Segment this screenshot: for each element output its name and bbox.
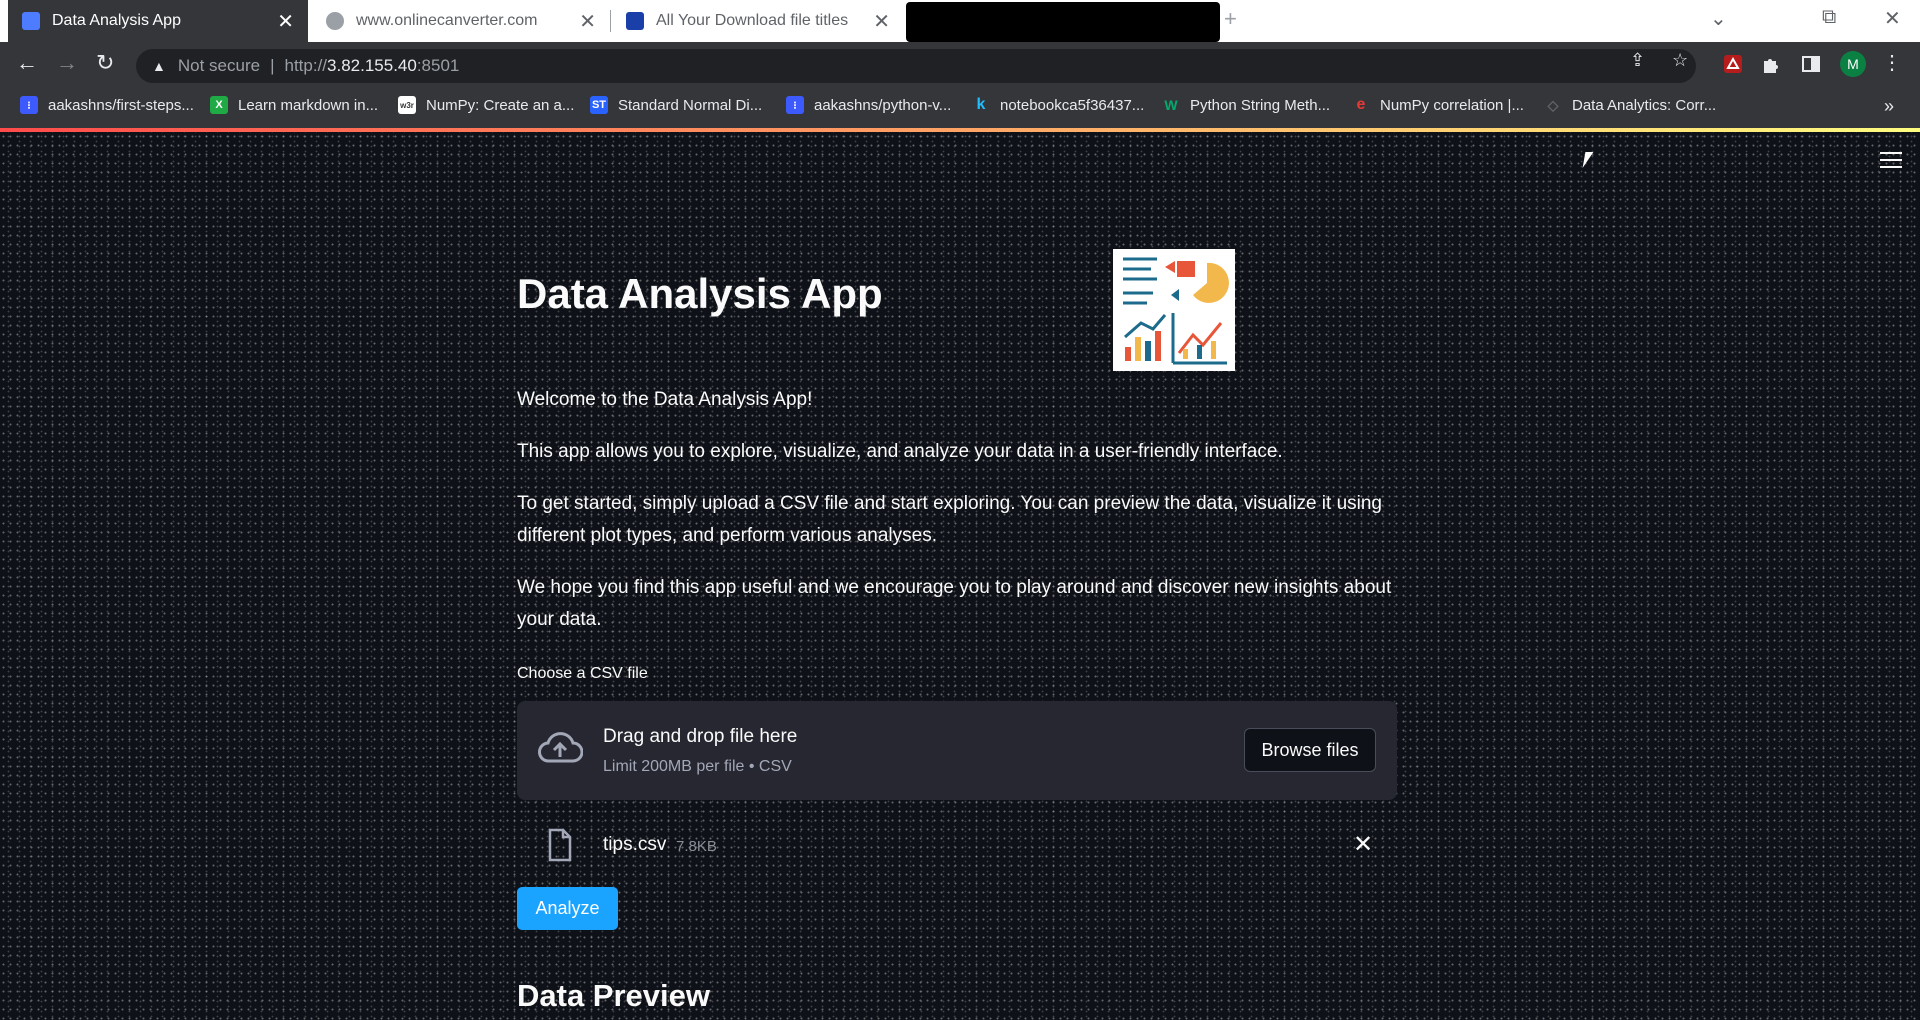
bookmark-item[interactable]: ⁝ aakashns/first-steps...	[20, 96, 194, 114]
tab-title: www.onlinecanverter.com	[356, 12, 538, 29]
browse-files-button[interactable]: Browse files	[1244, 728, 1376, 772]
kaggle-icon: k	[976, 96, 986, 113]
bookmark-label: NumPy: Create an a...	[426, 96, 575, 114]
w3r-icon: w3r	[398, 96, 416, 114]
streamlit-favicon-icon	[22, 12, 40, 30]
intro-paragraph: This app allows you to explore, visualiz…	[517, 441, 1283, 462]
back-arrow-icon[interactable]: ←	[16, 50, 38, 76]
bookmark-label: Data Analytics: Corr...	[1572, 96, 1717, 114]
data-preview-heading: Data Preview	[517, 978, 710, 1013]
forward-arrow-icon[interactable]: →	[56, 50, 78, 76]
tab-title: Data Analysis App	[52, 12, 181, 29]
close-tab-icon[interactable]: ✕	[873, 9, 890, 34]
tab-data-analysis-app[interactable]: Data Analysis App ✕	[8, 0, 308, 42]
bookmark-item[interactable]: W Python String Meth...	[1162, 96, 1330, 114]
security-label: Not secure	[177, 56, 261, 75]
welcome-paragraph: Welcome to the Data Analysis App!	[517, 389, 813, 410]
bookmark-item[interactable]: ST Standard Normal Di...	[590, 96, 762, 114]
reload-icon[interactable]: ↻	[96, 50, 114, 76]
bookmark-label: Python String Meth...	[1190, 96, 1331, 114]
file-uploader-label: Choose a CSV file	[517, 665, 648, 682]
uploaded-file-size: 7.8KB	[676, 838, 717, 855]
bookmark-item[interactable]: e NumPy correlation |...	[1352, 96, 1524, 114]
main-menu-icon[interactable]	[1880, 152, 1902, 173]
bookmark-item[interactable]: ⁝ aakashns/python-v...	[786, 96, 951, 114]
url-port: :8501	[416, 56, 460, 75]
bookmark-label: Learn markdown in...	[238, 96, 379, 114]
new-tab-icon[interactable]: +	[1224, 6, 1237, 32]
xc-favicon-icon	[626, 12, 644, 30]
app-page: Data Analysis App Welcome to the Data An…	[0, 132, 1920, 1020]
jovian-icon: ⁝	[20, 96, 38, 114]
x-icon: X	[210, 96, 228, 114]
bookmark-label: Standard Normal Di...	[618, 96, 763, 114]
warning-triangle-icon: ▲	[152, 58, 166, 74]
tab-separator	[610, 10, 611, 32]
browser-menu-icon[interactable]: ⋮	[1882, 50, 1902, 75]
st-icon: ST	[590, 96, 608, 114]
bookmark-item[interactable]: w3r NumPy: Create an a...	[398, 96, 574, 114]
cloud-icon: ◇	[1547, 96, 1559, 113]
tab-downloads[interactable]: All Your Download file titles ✕	[612, 0, 904, 42]
browser-toolbar: ← → ↻ ▲ Not secure | http://3.82.155.40:…	[0, 42, 1920, 88]
dropzone-title: Drag and drop file here	[603, 726, 798, 747]
bookmark-item[interactable]: X Learn markdown in...	[210, 96, 378, 114]
realpython-icon: e	[1356, 96, 1366, 113]
close-tab-icon[interactable]: ✕	[277, 9, 294, 34]
globe-favicon-icon	[326, 12, 344, 30]
uploaded-file-row: tips.csv 7.8KB ✕	[517, 822, 1397, 868]
separator: |	[270, 56, 275, 75]
remove-file-icon[interactable]: ✕	[1353, 830, 1373, 859]
bookmarks-bar: ⁝ aakashns/first-steps... X Learn markdo…	[0, 88, 1920, 128]
jovian-icon: ⁝	[786, 96, 804, 114]
share-icon[interactable]: ⇪	[1630, 50, 1645, 71]
closing-paragraph: We hope you find this app useful and we …	[517, 577, 1392, 630]
restore-window-icon[interactable]: ⧉	[1822, 6, 1836, 29]
w3-icon: W	[1164, 97, 1178, 113]
bookmark-item[interactable]: ◇ Data Analytics: Corr...	[1544, 96, 1717, 114]
dropzone-limit-text: Limit 200MB per file • CSV	[603, 758, 792, 775]
puzzle-extensions-icon[interactable]	[1760, 53, 1784, 77]
tab-search-chevron-icon[interactable]: ⌄	[1710, 6, 1727, 31]
data-analysis-logo-icon	[1113, 249, 1235, 371]
instructions-paragraph: To get started, simply upload a CSV file…	[517, 493, 1382, 546]
bookmark-item[interactable]: k notebookca5f36437...	[972, 96, 1145, 114]
bookmark-star-icon[interactable]: ☆	[1672, 50, 1688, 71]
mouse-cursor-icon	[1582, 152, 1594, 168]
redacted-tab-region	[906, 2, 1220, 42]
close-tab-icon[interactable]: ✕	[579, 9, 596, 34]
pdf-extension-icon[interactable]	[1722, 53, 1746, 77]
uploaded-file-name: tips.csv	[603, 834, 667, 855]
tab-title: All Your Download file titles	[656, 12, 849, 29]
side-panel-icon[interactable]	[1800, 53, 1824, 77]
bookmarks-overflow-icon[interactable]: »	[1884, 96, 1894, 117]
profile-avatar[interactable]: M	[1840, 51, 1866, 77]
bookmark-label: NumPy correlation |...	[1380, 96, 1524, 114]
bookmark-label: aakashns/python-v...	[814, 96, 952, 114]
analyze-button[interactable]: Analyze	[517, 887, 618, 930]
file-icon	[547, 828, 573, 867]
browser-tab-strip: Data Analysis App ✕ www.onlinecanverter.…	[0, 0, 1920, 42]
file-dropzone[interactable]: Drag and drop file here Limit 200MB per …	[517, 701, 1397, 800]
url-scheme: http://	[284, 56, 328, 75]
cloud-upload-icon	[537, 731, 584, 770]
tab-online-converter[interactable]: www.onlinecanverter.com ✕	[312, 0, 610, 42]
address-bar[interactable]: ▲ Not secure | http://3.82.155.40:8501	[136, 49, 1696, 83]
close-window-icon[interactable]: ✕	[1884, 6, 1901, 31]
bookmark-label: notebookca5f36437...	[1000, 96, 1145, 114]
url-host: 3.82.155.40	[327, 56, 417, 75]
page-title: Data Analysis App	[517, 270, 883, 317]
bookmark-label: aakashns/first-steps...	[48, 96, 194, 114]
